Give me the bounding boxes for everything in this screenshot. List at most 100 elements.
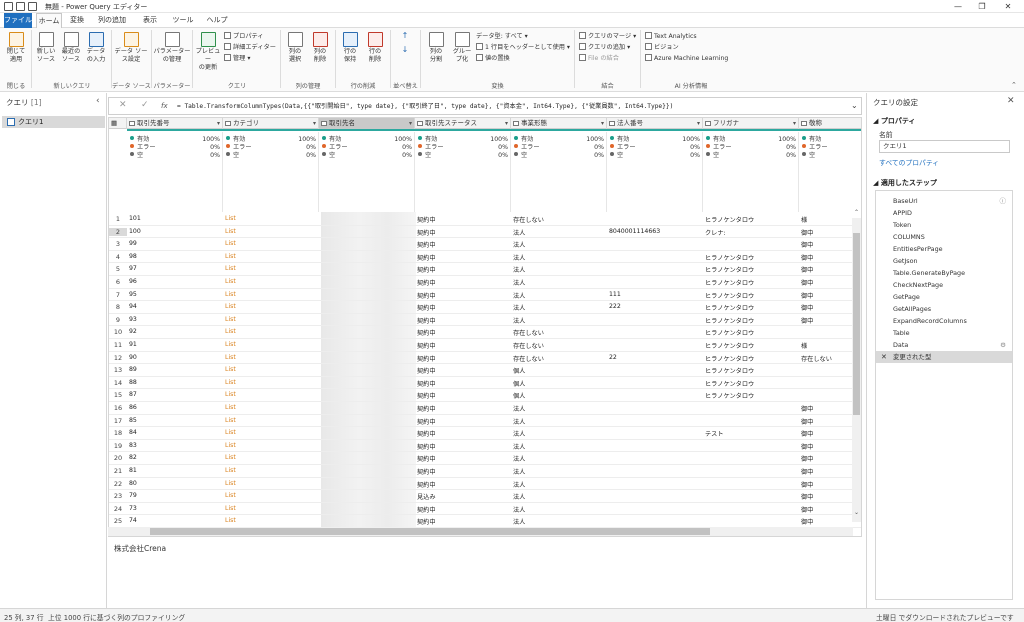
table-cell[interactable]: List — [223, 253, 319, 260]
gear-icon[interactable]: ⚙ — [1000, 339, 1006, 351]
recent-sources-button[interactable]: 最近の ソース — [59, 32, 83, 64]
keep-rows-button[interactable]: 行の 保持 — [338, 32, 362, 64]
table-cell[interactable]: List — [223, 341, 319, 348]
choose-columns-button[interactable]: 列の 選択 — [283, 32, 307, 64]
table-cell[interactable]: List — [223, 454, 319, 461]
enter-data-button[interactable]: データ の入力 — [84, 32, 108, 64]
tab-transform[interactable]: 変換 — [66, 13, 88, 28]
applied-step[interactable]: GetAllPages — [876, 303, 1012, 315]
applied-step[interactable]: BaseUrl ⓘ — [876, 195, 1012, 207]
row-number[interactable]: 3 — [109, 240, 127, 248]
merge-queries-button[interactable]: クエリのマージ ▾ — [579, 32, 636, 42]
table-cell[interactable]: List — [223, 442, 319, 449]
table-cell[interactable]: List — [223, 480, 319, 487]
row-number[interactable]: 7 — [109, 291, 127, 299]
combine-files-button[interactable]: File の結合 — [579, 54, 619, 64]
data-source-settings-button[interactable]: データ ソー ス設定 — [114, 32, 148, 64]
split-column-button[interactable]: 列の 分割 — [424, 32, 448, 64]
table-cell[interactable]: List — [223, 404, 319, 411]
row-number[interactable]: 6 — [109, 278, 127, 286]
advanced-editor-button[interactable]: 詳細エディター — [224, 43, 276, 53]
column-header-col-partner-number[interactable]: 取引先番号 ▾ — [127, 118, 223, 129]
row-number[interactable]: 11 — [109, 341, 127, 349]
column-type-icon[interactable] — [321, 121, 327, 126]
refresh-preview-button[interactable]: プレビュー の更新 — [194, 32, 222, 72]
filter-dropdown-icon[interactable]: ▾ — [409, 118, 412, 129]
filter-dropdown-icon[interactable]: ▾ — [217, 118, 220, 129]
properties-section-header[interactable]: ◢ プロパティ — [873, 116, 915, 126]
chevron-down-icon[interactable]: ⌄ — [851, 101, 858, 110]
quick-access-dropdown-icon[interactable] — [28, 2, 37, 11]
row-number[interactable]: 5 — [109, 265, 127, 273]
applied-step[interactable]: ExpandRecordColumns — [876, 315, 1012, 327]
applied-steps-section-header[interactable]: ◢ 適用したステップ — [873, 178, 937, 188]
table-cell[interactable]: List — [223, 354, 319, 361]
table-cell[interactable]: List — [223, 505, 319, 512]
table-cell[interactable]: List — [223, 228, 319, 235]
save-icon[interactable] — [16, 2, 25, 11]
row-number[interactable]: 12 — [109, 354, 127, 362]
table-cell[interactable]: List — [223, 366, 319, 373]
filter-dropdown-icon[interactable]: ▾ — [505, 118, 508, 129]
info-icon[interactable]: ⓘ — [1000, 195, 1007, 207]
row-number[interactable]: 15 — [109, 391, 127, 399]
fx-icon[interactable]: fx — [161, 102, 168, 110]
scroll-down-icon[interactable]: ⌄ — [852, 509, 861, 516]
column-header-col-furigana[interactable]: フリガナ ▾ — [703, 118, 799, 129]
table-menu-icon[interactable]: ▦ — [109, 118, 127, 129]
table-cell[interactable]: List — [223, 492, 319, 499]
scroll-up-icon[interactable]: ⌃ — [852, 209, 861, 216]
table-cell[interactable]: List — [223, 379, 319, 386]
table-cell[interactable]: List — [223, 316, 319, 323]
close-icon[interactable]: ✕ — [1007, 96, 1015, 106]
row-number[interactable]: 17 — [109, 417, 127, 425]
manage-parameters-button[interactable]: パラメーター の管理 — [153, 32, 191, 64]
table-cell[interactable]: List — [223, 391, 319, 398]
table-cell[interactable]: List — [223, 240, 319, 247]
row-number[interactable]: 14 — [109, 379, 127, 387]
row-number[interactable]: 21 — [109, 467, 127, 475]
table-cell[interactable]: List — [223, 303, 319, 310]
applied-step[interactable]: GetJson — [876, 255, 1012, 267]
column-header-col-business-type[interactable]: 事業形態 ▾ — [511, 118, 607, 129]
check-icon[interactable]: ✓ — [141, 100, 149, 110]
filter-dropdown-icon[interactable]: ▾ — [697, 118, 700, 129]
minimize-button[interactable]: — — [949, 1, 967, 12]
row-number[interactable]: 19 — [109, 442, 127, 450]
filter-dropdown-icon[interactable]: ▾ — [793, 118, 796, 129]
table-cell[interactable]: List — [223, 429, 319, 436]
column-type-icon[interactable] — [513, 121, 519, 126]
maximize-button[interactable]: ❐ — [973, 1, 991, 12]
properties-button[interactable]: プロパティ — [224, 32, 264, 42]
row-number[interactable]: 1 — [109, 215, 127, 223]
applied-step[interactable]: CheckNextPage — [876, 279, 1012, 291]
close-button[interactable]: ✕ — [999, 1, 1017, 12]
filter-dropdown-icon[interactable]: ▾ — [601, 118, 604, 129]
applied-step[interactable]: GetPage — [876, 291, 1012, 303]
close-apply-button[interactable]: 閉じて 適用 — [3, 32, 29, 64]
row-number[interactable]: 22 — [109, 480, 127, 488]
use-first-row-as-headers-button[interactable]: 1 行目をヘッダーとして使用 ▾ — [476, 43, 570, 53]
all-properties-link[interactable]: すべてのプロパティ — [879, 157, 939, 167]
row-number[interactable]: 16 — [109, 404, 127, 412]
collapse-ribbon-icon[interactable]: ⌃ — [1011, 81, 1017, 89]
tab-help[interactable]: ヘルプ — [204, 13, 230, 28]
row-number[interactable]: 18 — [109, 429, 127, 437]
query-item[interactable]: クエリ1 — [2, 116, 105, 128]
column-header-col-corporate-number[interactable]: 法人番号 ▾ — [607, 118, 703, 129]
applied-step[interactable]: Token — [876, 219, 1012, 231]
vision-button[interactable]: ビジョン — [645, 43, 679, 53]
tab-home[interactable]: ホーム — [36, 13, 62, 28]
tab-add-column[interactable]: 列の追加 — [92, 13, 132, 28]
row-number[interactable]: 20 — [109, 454, 127, 462]
table-cell[interactable]: List — [223, 517, 319, 524]
applied-step[interactable]: Data ⚙ — [876, 339, 1012, 351]
table-cell[interactable]: List — [223, 215, 319, 222]
row-number[interactable]: 9 — [109, 316, 127, 324]
row-number[interactable]: 24 — [109, 505, 127, 513]
tab-tools[interactable]: ツール — [170, 13, 196, 28]
table-cell[interactable]: List — [223, 467, 319, 474]
column-type-icon[interactable] — [129, 121, 135, 126]
applied-step[interactable]: APPID — [876, 207, 1012, 219]
horizontal-scroll-thumb[interactable] — [150, 528, 710, 535]
